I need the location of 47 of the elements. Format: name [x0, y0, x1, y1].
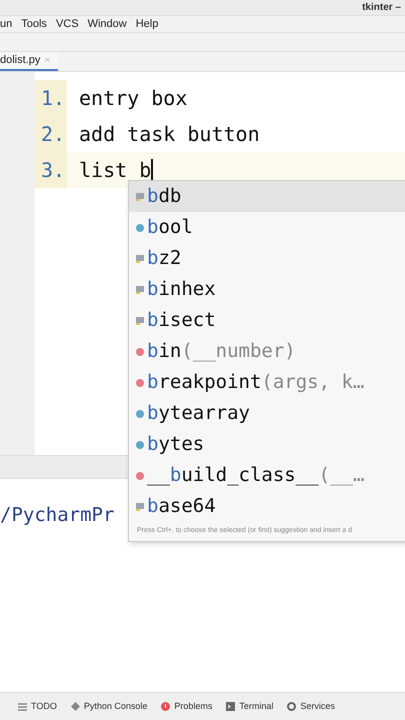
python-icon: [70, 702, 80, 711]
tool-window-button[interactable]: Problems: [161, 700, 212, 714]
tool-window-button[interactable]: Python Console: [70, 700, 148, 714]
completion-item[interactable]: bin(__number): [129, 336, 405, 367]
completion-item[interactable]: bdb: [129, 181, 405, 212]
text-cursor: [151, 159, 154, 181]
terminal-icon: [226, 702, 236, 711]
code-line: add task button: [78, 121, 260, 148]
menu-item[interactable]: un: [0, 16, 12, 32]
class-icon: [135, 222, 145, 232]
module-icon: [135, 192, 145, 202]
function-icon: [135, 346, 145, 356]
module-icon: [135, 502, 145, 512]
file-tab[interactable]: dolist.py ×: [0, 52, 58, 71]
function-icon: [135, 378, 145, 388]
terminal-path: /PycharmPr: [0, 504, 114, 526]
error-icon: [161, 702, 170, 711]
class-icon: [135, 440, 145, 450]
code-line: list b: [78, 157, 154, 184]
window-title: tkinter –: [362, 1, 401, 15]
class-icon: [135, 408, 145, 418]
line-number: 1.: [35, 80, 67, 116]
function-icon: [135, 470, 145, 480]
tool-window-button[interactable]: TODO: [18, 700, 57, 714]
tool-window-button[interactable]: Services: [287, 700, 335, 714]
completion-item[interactable]: bz2: [129, 243, 405, 274]
completion-item[interactable]: bool: [129, 212, 405, 243]
module-icon: [135, 254, 145, 264]
services-icon: [287, 702, 296, 711]
completion-item[interactable]: binhex: [129, 274, 405, 305]
module-icon: [135, 316, 145, 326]
completion-item[interactable]: __build_class__(__…: [129, 460, 405, 491]
line-number: 3.: [35, 152, 67, 188]
completion-item[interactable]: bisect: [129, 305, 405, 336]
line-number: 2.: [35, 116, 67, 152]
completion-item[interactable]: bytearray: [129, 398, 405, 429]
completion-item[interactable]: bytes: [129, 429, 405, 460]
menu-item[interactable]: Help: [136, 16, 158, 32]
completion-item[interactable]: b reakpoint(args, k…: [129, 367, 405, 398]
menu-item[interactable]: Window: [88, 16, 127, 32]
completion-item[interactable]: base64: [129, 491, 405, 522]
code-line: entry box: [78, 85, 188, 112]
list-icon: [18, 702, 27, 710]
menu-item[interactable]: Tools: [21, 16, 47, 32]
tool-window-button[interactable]: Terminal: [226, 700, 274, 714]
module-icon: [135, 284, 145, 294]
menu-item[interactable]: VCS: [56, 16, 79, 32]
